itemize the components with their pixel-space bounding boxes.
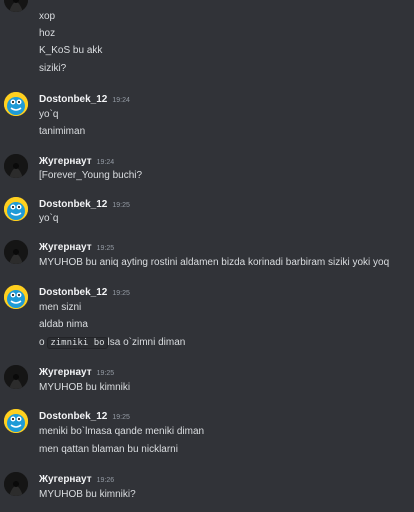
message-header: Dostonbek_12 19:25 <box>39 198 130 212</box>
message-text: lsa o`zimni diman <box>107 337 186 348</box>
message-text: [Forever_Young buchi? <box>39 170 143 181</box>
message-text: men qattan blaman bu nicklarni <box>39 444 178 455</box>
username[interactable]: Жугернаут <box>39 156 92 167</box>
username[interactable]: Dostonbek_12 <box>39 94 107 105</box>
dark-hooded-avatar-icon[interactable] <box>4 0 28 12</box>
dark-hooded-avatar-icon[interactable] <box>4 472 28 496</box>
message-text: hoz <box>39 28 56 39</box>
blue-monster-avatar-icon[interactable] <box>4 285 28 309</box>
blue-monster-avatar-icon[interactable] <box>4 92 28 116</box>
username[interactable]: Dostonbek_12 <box>39 287 107 298</box>
message-header: Dostonbek_12 19:25 <box>39 286 130 300</box>
message-header: Dostonbek_12 19:25 <box>39 410 130 424</box>
message-text-with-code: o zimniki bo lsa o`zimni diman <box>39 336 185 350</box>
message-text: xop <box>39 11 56 22</box>
dark-hooded-avatar-icon[interactable] <box>4 240 28 264</box>
message-text: o <box>39 337 45 348</box>
blue-monster-avatar-icon[interactable] <box>4 197 28 221</box>
message-text: meniki bo`lmasa qande meniki diman <box>39 426 205 437</box>
message-header: Жугернаут 19:26 <box>39 473 114 487</box>
message-text: aldab nima <box>39 319 88 330</box>
timestamp: 19:25 <box>112 290 130 297</box>
timestamp: 19:25 <box>96 370 115 377</box>
message-text: tanimiman <box>39 126 86 137</box>
timestamp: 19:26 <box>96 477 115 484</box>
message-text: K_KoS bu akk <box>39 45 103 56</box>
message-header: Жугернаут 19:25 <box>39 241 114 255</box>
message-text: siziki? <box>39 63 67 74</box>
inline-code: zimniki bo <box>47 337 108 349</box>
message-text: men sizni <box>39 302 82 313</box>
message-header: Жугернаут 19:25 <box>39 366 114 380</box>
message-header: Dostonbek_12 19:24 <box>39 93 130 107</box>
message-text: yo`q <box>39 213 59 224</box>
message-text: MYUHOB bu aniq ayting rostini aldamen bi… <box>39 257 390 268</box>
username[interactable]: Dostonbek_12 <box>39 411 107 422</box>
message-text: MYUHOB bu kimniki <box>39 382 131 393</box>
blue-monster-avatar-icon[interactable] <box>4 409 28 433</box>
username[interactable]: Жугернаут <box>39 474 92 485</box>
username[interactable]: Жугернаут <box>39 367 92 378</box>
username[interactable]: Жугернаут <box>39 242 92 253</box>
username[interactable]: Dostonbek_12 <box>39 199 107 210</box>
timestamp: 19:25 <box>112 202 130 209</box>
dark-hooded-avatar-icon[interactable] <box>4 154 28 178</box>
timestamp: 19:25 <box>112 414 130 421</box>
message-text: yo`q <box>39 109 59 120</box>
message-header: Жугернаут 19:24 <box>39 155 114 169</box>
timestamp: 19:25 <box>96 245 115 252</box>
timestamp: 19:24 <box>96 159 115 166</box>
message-text: MYUHOB bu kimniki? <box>39 489 136 500</box>
dark-hooded-avatar-icon[interactable] <box>4 365 28 389</box>
timestamp: 19:24 <box>112 97 130 104</box>
chat-message-list: xop hoz K_KoS bu akk siziki? Dostonbek_1… <box>0 0 414 512</box>
